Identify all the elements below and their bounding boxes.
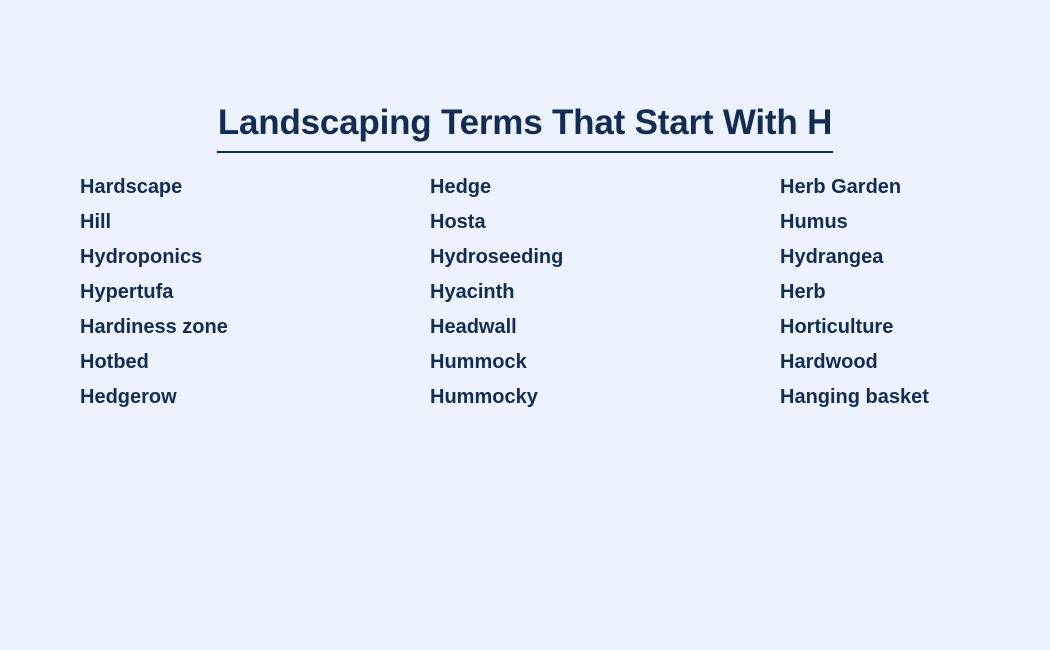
term-column-2: Hedge Hosta Hydroseeding Hyacinth Headwa…: [430, 170, 780, 415]
list-item: Hosta: [430, 211, 486, 233]
page-title-container: Landscaping Terms That Start With H: [0, 78, 1050, 177]
list-item: Hydroponics: [80, 246, 203, 268]
term-columns: Hardscape Hill Hydroponics Hypertufa Har…: [80, 170, 980, 415]
list-item: Hardscape: [80, 176, 183, 198]
term-column-3: Herb Garden Humus Hydrangea Herb Horticu…: [780, 170, 980, 415]
list-item: Hydrangea: [780, 246, 884, 268]
list-item: Hyacinth: [430, 281, 515, 303]
list-item: Humus: [780, 211, 848, 233]
list-item: Hill: [80, 211, 112, 233]
list-item: Hedge: [430, 176, 492, 198]
list-item: Hotbed: [80, 351, 149, 373]
list-item: Hanging basket: [780, 386, 929, 408]
list-item: Headwall: [430, 316, 517, 338]
list-item: Hummock: [430, 351, 527, 373]
list-item: Herb: [780, 281, 826, 303]
list-item: Hardwood: [780, 351, 878, 373]
page-title: Landscaping Terms That Start With H: [216, 101, 834, 154]
list-item: Hummocky: [430, 386, 538, 408]
list-item: Horticulture: [780, 316, 894, 338]
list-item: Hypertufa: [80, 281, 174, 303]
page-root: Landscaping Terms That Start With H Hard…: [0, 0, 1050, 650]
list-item: Herb Garden: [780, 176, 902, 198]
list-item: Hardiness zone: [80, 316, 228, 338]
term-column-1: Hardscape Hill Hydroponics Hypertufa Har…: [80, 170, 430, 415]
list-item: Hydroseeding: [430, 246, 564, 268]
list-item: Hedgerow: [80, 386, 177, 408]
